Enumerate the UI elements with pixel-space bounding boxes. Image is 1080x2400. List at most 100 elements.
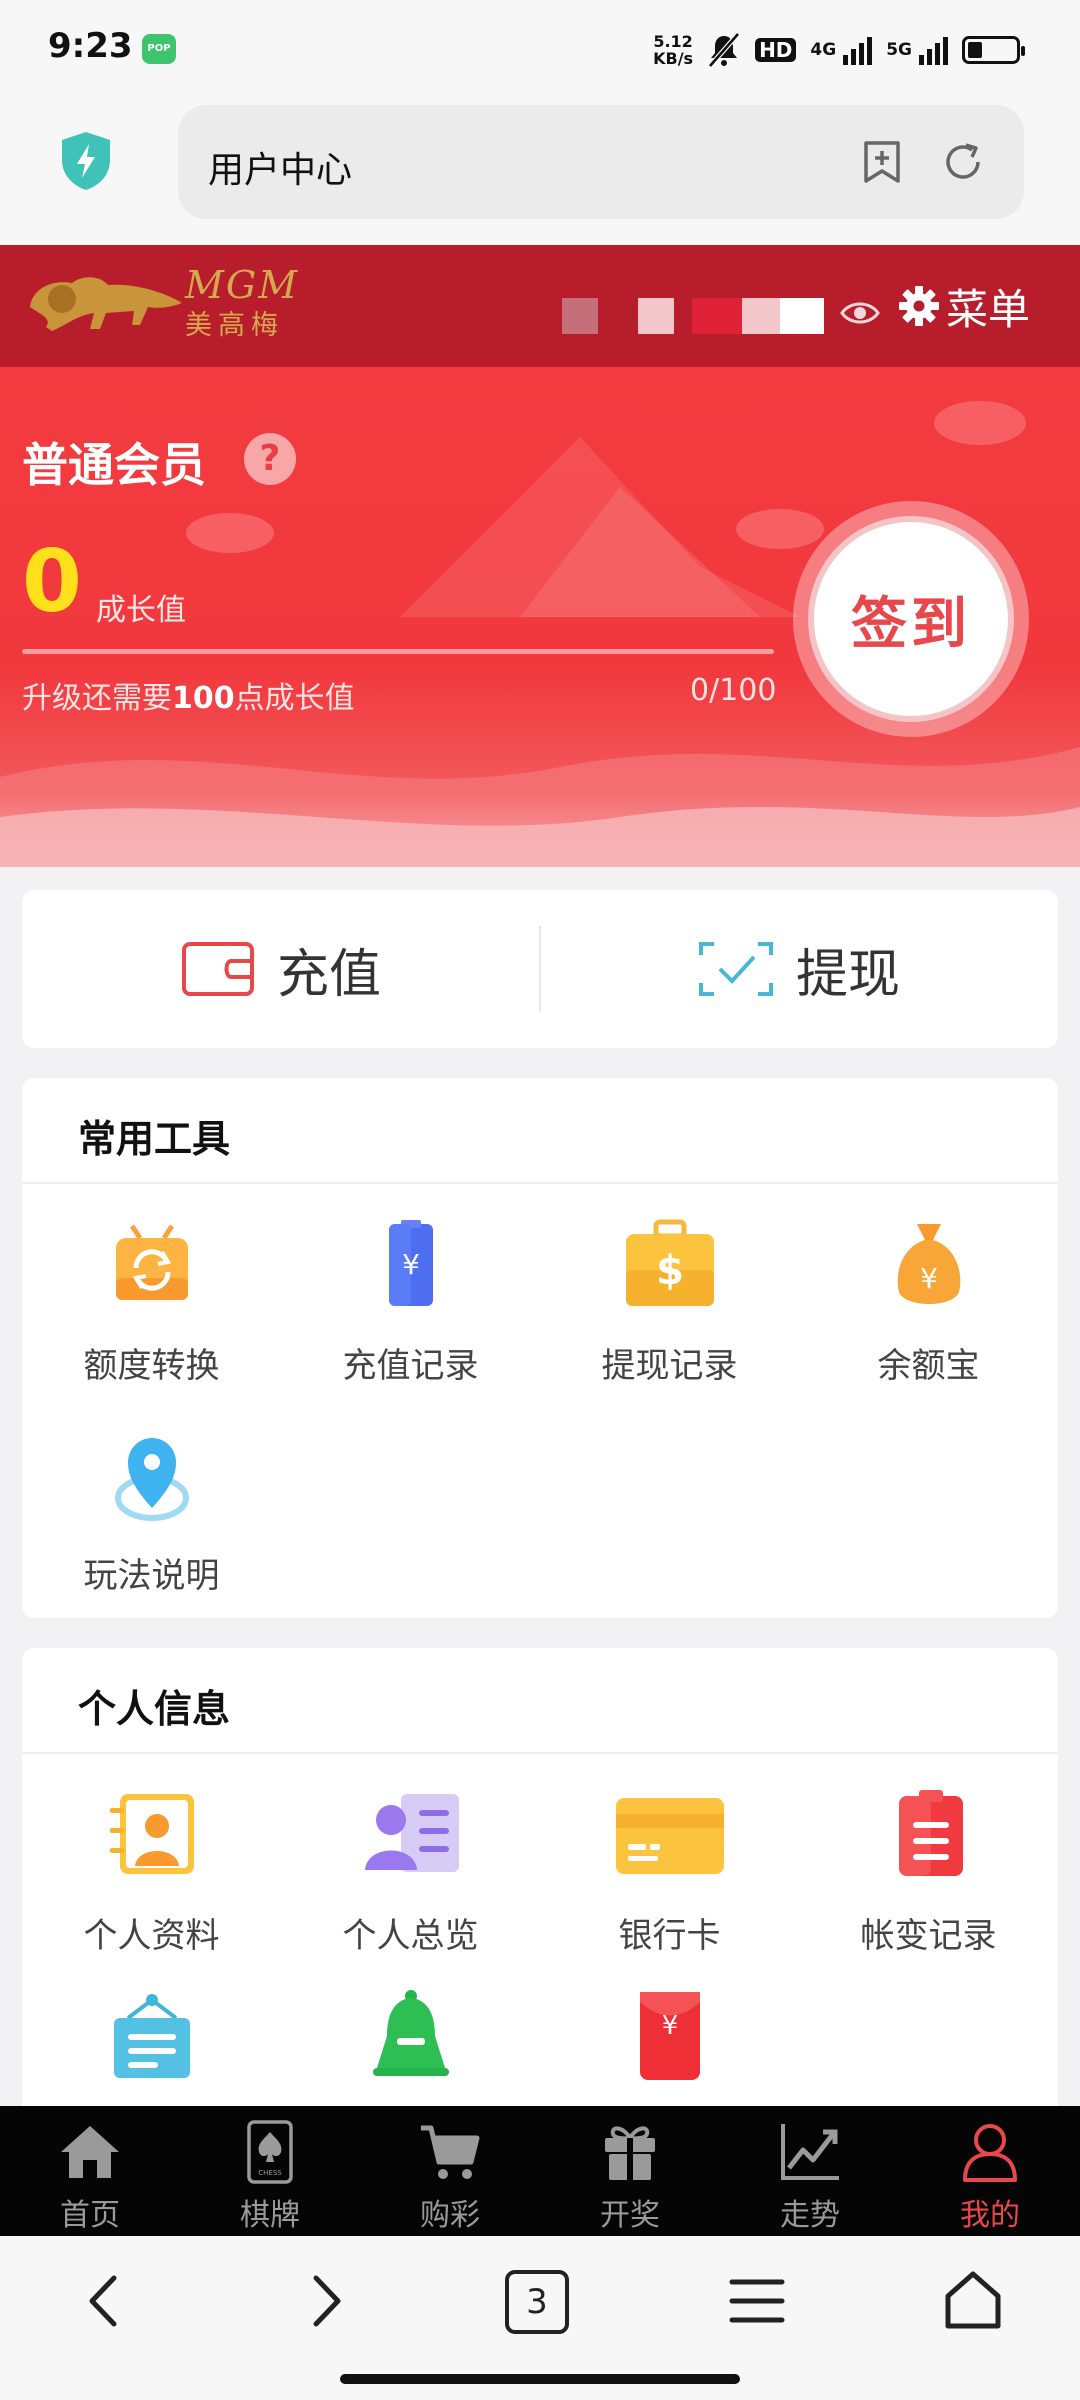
notice-board-icon — [113, 1994, 190, 2078]
personal-bank-card[interactable]: 银行卡 — [540, 1788, 799, 1957]
nav-chess[interactable]: CHESS 棋牌 — [180, 2106, 360, 2236]
security-shield-icon[interactable] — [58, 130, 114, 192]
status-bar: 9:23 POP 5.12 KB/s HD 4G 5G — [0, 0, 1080, 100]
address-bar-text[interactable]: 用户中心 — [208, 141, 352, 193]
member-banner: 普通会员 ? 0 成长值 升级还需要100点成长值 0/100 签到 — [0, 367, 1080, 867]
withdraw-record-icon: $ — [625, 1219, 714, 1306]
status-indicators: 5.12 KB/s HD 4G 5G — [653, 30, 1025, 70]
help-icon[interactable]: ? — [244, 433, 296, 485]
nav-label: 棋牌 — [240, 2198, 300, 2233]
recharge-record-icon: ¥ — [388, 1220, 433, 1306]
network-speed-value: 5.12 — [653, 32, 693, 51]
upgrade-points: 100 — [172, 681, 235, 716]
nav-draw-results[interactable]: 开奖 — [540, 2106, 720, 2236]
signin-button[interactable]: 签到 — [808, 516, 1014, 722]
growth-label: 成长值 — [96, 593, 186, 628]
money-bag-icon: ¥ — [897, 1224, 960, 1304]
personal-label: 银行卡 — [618, 1916, 721, 1956]
network-type-2: 5G — [886, 40, 912, 60]
gift-icon — [605, 2126, 655, 2180]
signal-icon-1 — [843, 37, 873, 65]
user-icon — [963, 2124, 1017, 2182]
eye-icon[interactable] — [840, 295, 880, 331]
signal-icon-2 — [919, 37, 948, 65]
brand-logo-cn: 美高梅 — [185, 310, 284, 341]
tool-label: 提现记录 — [601, 1346, 738, 1386]
menu-button[interactable]: 菜单 — [898, 281, 1030, 334]
personal-notice-board[interactable] — [22, 1988, 281, 2092]
chess-card-text: CHESS — [258, 2169, 282, 2177]
personal-section-title: 个人信息 — [78, 1687, 231, 1731]
upgrade-hint: 升级还需要100点成长值 — [22, 673, 355, 717]
tool-recharge-record[interactable]: ¥ 充值记录 — [281, 1218, 540, 1387]
tools-section-title: 常用工具 — [78, 1117, 231, 1161]
chess-card-icon: CHESS — [247, 2120, 293, 2184]
tool-withdraw-record[interactable]: $ 提现记录 — [540, 1218, 799, 1387]
tool-label: 额度转换 — [83, 1346, 220, 1386]
personal-red-packet[interactable]: ¥ — [540, 1988, 799, 2092]
withdraw-check-icon — [698, 942, 773, 996]
progress-count: 0/100 — [690, 673, 777, 708]
personal-profile[interactable]: 个人资料 — [22, 1788, 281, 1957]
bottom-navigation: 首页 CHESS 棋牌 购彩 开奖 走势 我的 — [0, 2106, 1080, 2236]
tool-game-rules[interactable]: 玩法说明 — [22, 1428, 281, 1597]
contact-card-icon — [109, 1794, 194, 1874]
nav-label: 购彩 — [420, 2198, 480, 2233]
nav-label: 我的 — [960, 2198, 1020, 2233]
site-header: MGM 美高梅 菜单 — [0, 245, 1080, 367]
withdraw-button[interactable]: 提现 — [540, 890, 1058, 1048]
svg-text:¥: ¥ — [920, 1262, 938, 1295]
svg-text:¥: ¥ — [661, 2011, 678, 2041]
tool-balance-treasure[interactable]: ¥ 余额宝 — [799, 1218, 1058, 1387]
growth-progress-bar — [22, 649, 774, 654]
tool-transfer[interactable]: 额度转换 — [22, 1218, 281, 1387]
member-level-title: 普通会员 — [22, 438, 206, 492]
masked-username — [562, 298, 824, 334]
growth-value: 0 — [22, 532, 82, 632]
personal-overview[interactable]: 个人总览 — [281, 1788, 540, 1957]
add-bookmark-icon[interactable] — [860, 139, 904, 185]
browser-bottom-bar: 3 — [0, 2236, 1080, 2400]
nav-mine[interactable]: 我的 — [900, 2106, 1080, 2236]
location-pin-icon — [114, 1438, 189, 1521]
withdraw-label: 提现 — [795, 944, 900, 1005]
status-time: 9:23 — [48, 26, 133, 66]
upgrade-suffix: 点成长值 — [234, 681, 355, 716]
personal-label: 个人资料 — [83, 1916, 220, 1956]
reload-icon[interactable] — [940, 139, 986, 185]
trend-icon — [781, 2124, 839, 2180]
wallet-card: 充值 提现 — [22, 890, 1058, 1048]
tool-label: 玩法说明 — [83, 1556, 220, 1596]
gear-icon — [899, 286, 939, 326]
personal-notifications[interactable] — [281, 1988, 540, 2092]
personal-balance-changes[interactable]: 帐变记录 — [799, 1788, 1058, 1957]
forward-icon[interactable] — [290, 2266, 360, 2336]
address-bar[interactable]: 用户中心 — [178, 105, 1024, 219]
recharge-button[interactable]: 充值 — [22, 890, 540, 1048]
tab-count-button[interactable]: 3 — [505, 2270, 569, 2334]
personal-info-card: 个人信息 个人资料 个人总览 银行卡 帐变记录 ¥ — [22, 1648, 1058, 2118]
bell-icon — [372, 1990, 449, 2076]
hamburger-menu-icon[interactable] — [722, 2266, 792, 2336]
home-icon — [61, 2126, 119, 2178]
nav-label: 首页 — [60, 2198, 120, 2233]
home-page-icon[interactable] — [938, 2266, 1008, 2336]
common-tools-card: 常用工具 额度转换 ¥ 充值记录 $ 提现记录 ¥ 余额宝 玩法说明 — [22, 1078, 1058, 1618]
nav-trend[interactable]: 走势 — [720, 2106, 900, 2236]
home-indicator[interactable] — [340, 2374, 740, 2384]
lion-logo-icon[interactable] — [22, 267, 192, 345]
red-packet-icon: ¥ — [639, 1992, 700, 2080]
network-speed: 5.12 KB/s — [653, 33, 693, 67]
profile-overview-icon — [364, 1794, 459, 1872]
personal-label: 帐变记录 — [860, 1916, 997, 1956]
network-speed-unit: KB/s — [653, 49, 694, 68]
nav-buy-lottery[interactable]: 购彩 — [360, 2106, 540, 2236]
brand-logo[interactable]: MGM 美高梅 — [185, 263, 299, 342]
network-type-1: 4G — [810, 40, 837, 60]
nav-home[interactable]: 首页 — [0, 2106, 180, 2236]
menu-label: 菜单 — [946, 284, 1031, 334]
battery-icon — [962, 36, 1025, 64]
bank-card-icon — [615, 1798, 724, 1874]
back-icon[interactable] — [70, 2266, 140, 2336]
app-notification-icon: POP — [142, 34, 176, 64]
